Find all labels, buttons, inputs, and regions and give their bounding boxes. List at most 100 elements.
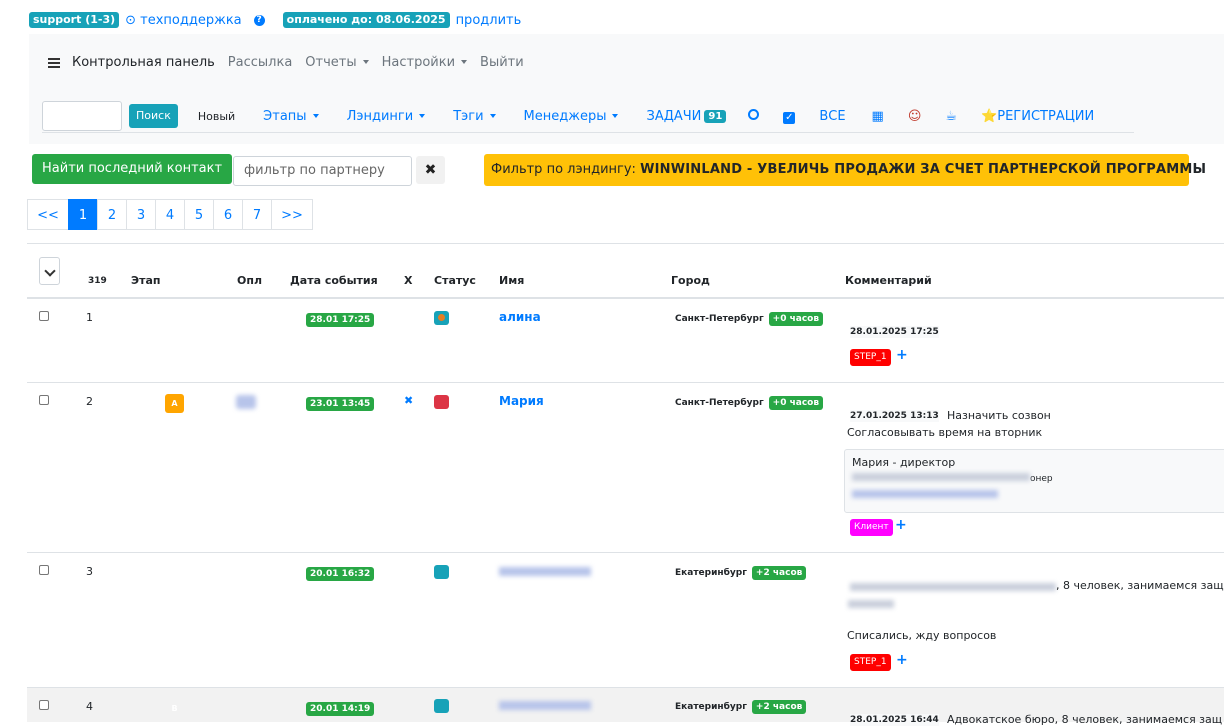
support-badge[interactable]: support (1-3) [29,12,120,28]
check-circle-icon: ⊙ [125,12,137,28]
nav-landings-label: Лэндинги [346,108,414,124]
header-x[interactable]: X [404,274,412,287]
status-indicator[interactable] [434,565,449,579]
nav-tasks-label: ЗАДАЧИ [646,108,702,124]
caret-down-icon [612,113,619,118]
nav-all[interactable]: ВСЕ [819,109,845,124]
page-3[interactable]: 3 [126,199,156,230]
timezone-badge: +2 часов [751,700,807,714]
page-1[interactable]: 1 [68,199,98,230]
stage-badge[interactable]: A [165,394,184,413]
contact-name-link[interactable]: алина [499,310,541,324]
header-status[interactable]: Статус [434,274,476,287]
clock-icon[interactable] [748,108,760,124]
helpdesk-label: техподдержка [140,12,242,28]
brand-dashboard[interactable]: Контрольная панель [72,55,215,70]
timezone-badge: +0 часов [768,396,824,410]
table-row: 2 A 23.01 13:45 ✖ Мария Санкт-Петербург +… [27,383,1224,553]
nav-mailing[interactable]: Рассылка [228,55,293,70]
row-checkbox[interactable] [39,700,49,710]
nav-tags[interactable]: Тэги [453,109,496,124]
caret-down-icon [489,113,496,118]
page-last[interactable]: >> [271,199,313,230]
calendar-icon[interactable]: ▦ [872,109,884,124]
row-checkbox[interactable] [39,311,49,321]
contact-name-link[interactable] [499,701,591,710]
question-icon[interactable]: ? [253,14,265,26]
redacted-comment [848,600,894,608]
checkbox-icon[interactable]: ✓ [783,109,796,124]
nav-settings-label: Настройки [381,55,456,70]
city-cell: Санкт-Петербург +0 часов [675,396,824,410]
comment-title: Адвокатское бюро, 8 человек, занимаемся … [947,713,1223,726]
header-stage[interactable]: Этап [131,274,160,287]
status-indicator[interactable] [434,699,449,713]
header-comment[interactable]: Комментарий [845,274,932,287]
contact-name-link[interactable] [499,567,591,576]
city-name: Санкт-Петербург [675,398,764,408]
partner-filter-input[interactable]: фильтр по партнеру [233,156,412,186]
helpdesk-link[interactable]: ⊙ техподдержка [125,13,242,28]
extend-link[interactable]: продлить [456,13,522,28]
page-2[interactable]: 2 [97,199,127,230]
coffee-icon[interactable]: ☕ [945,109,957,124]
card-link[interactable] [852,488,1224,501]
landing-filter-label: Фильтр по лэндингу: [491,162,641,177]
nav-divider [42,132,1134,133]
page-first[interactable]: << [27,199,69,230]
nav-tasks[interactable]: ЗАДАЧИ 91 [646,108,727,124]
header-name[interactable]: Имя [499,274,524,287]
record-count: 319 [88,276,107,286]
landing-filter-value: WINWINLAND - УВЕЛИЧЬ ПРОДАЖИ ЗА СЧЕТ ПАР… [640,162,1207,177]
tag-badge[interactable]: Клиент [850,519,893,536]
pagination: << 1 2 3 4 5 6 7 >> [27,199,313,230]
add-tag-icon[interactable]: + [895,517,907,533]
nav-landings[interactable]: Лэндинги [347,109,426,124]
search-button[interactable]: Поиск [129,104,178,128]
add-tag-icon[interactable]: + [896,652,908,668]
nav-registrations[interactable]: ⭐РЕГИСТРАЦИИ [981,109,1094,124]
caret-down-icon [362,60,369,64]
stage-badge[interactable]: B [165,699,184,718]
page-5[interactable]: 5 [184,199,214,230]
add-tag-icon[interactable]: + [896,347,908,363]
header-paid[interactable]: Опл [237,274,262,287]
nav-reports[interactable]: Отчеты [305,55,369,70]
person-raising-hand-icon[interactable]: ☺ [908,109,922,124]
contact-name-link[interactable]: Мария [499,394,544,408]
top-strip: support (1-3) ⊙ техподдержка ? оплачено … [29,11,521,29]
status-indicator[interactable] [434,311,449,325]
stage-badge[interactable]: B [165,564,184,583]
table-row: 4 B 20.01 14:19 Екатеринбург +2 часов 28.… [27,688,1224,726]
row-number: 1 [86,311,93,324]
nav-managers[interactable]: Менеджеры [524,109,619,124]
header-city[interactable]: Город [671,274,710,287]
tag-badge[interactable]: STEP_1 [850,654,891,671]
stage-badge[interactable]: B [165,310,184,329]
close-icon[interactable]: ✖ [404,394,413,407]
clear-filter-button[interactable]: ✖ [416,156,445,184]
contact-card: Мария - директор онер [844,449,1224,513]
page-6[interactable]: 6 [213,199,243,230]
redacted-text [852,473,1030,481]
row-checkbox[interactable] [39,395,49,405]
select-all-dropdown[interactable] [39,257,60,285]
row-checkbox[interactable] [39,565,49,575]
nav-stages[interactable]: Этапы [263,109,319,124]
event-date-badge: 20.01 16:32 [306,567,375,581]
comment-date: 28.01.2025 16:44 [850,714,939,726]
find-last-contact-button[interactable]: Найти последний контакт [32,154,233,184]
tag-badge[interactable]: STEP_1 [850,349,891,366]
row-number: 4 [86,700,93,713]
page-4[interactable]: 4 [155,199,185,230]
nav-logout[interactable]: Выйти [480,55,524,70]
status-indicator[interactable] [434,395,449,409]
header-event-date[interactable]: Дата события [290,274,378,287]
new-contact-link[interactable]: Новый [198,110,235,123]
page-7[interactable]: 7 [242,199,272,230]
event-date-badge: 23.01 13:45 [306,397,375,411]
comment-text-2: Списались, жду вопросов [847,629,997,642]
menu-icon[interactable] [48,57,60,68]
nav-settings[interactable]: Настройки [381,55,468,70]
search-input[interactable] [42,101,122,131]
